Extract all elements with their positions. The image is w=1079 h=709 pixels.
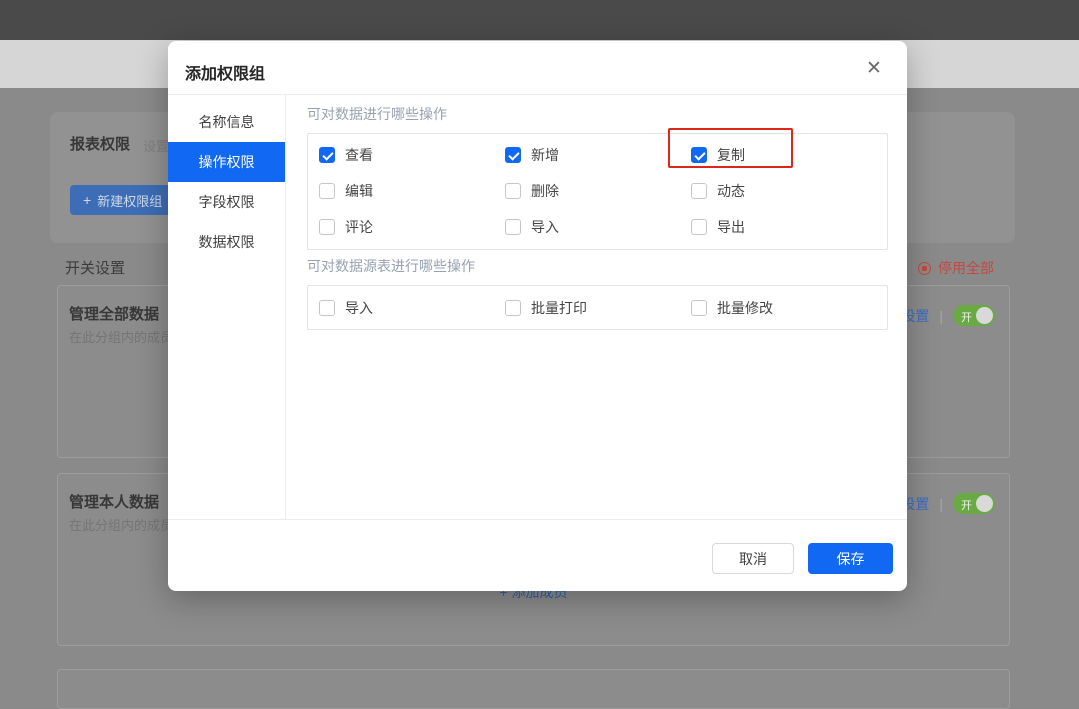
- checkbox-item-批量打印: 批量打印: [505, 300, 691, 336]
- checkbox-item-导出: 导出: [691, 219, 877, 255]
- top-navigation-bar: [0, 0, 1079, 40]
- checkbox-label: 导入: [345, 300, 373, 317]
- checkbox-unchecked-icon[interactable]: [691, 300, 707, 316]
- data-operations-box: 查看 新增 复制编辑 删除 动态评论 导入 导出: [307, 133, 888, 250]
- checkbox-label: 复制: [717, 147, 745, 164]
- toggle-knob: [976, 307, 993, 324]
- datasource-operations-section-title: 可对数据源表进行哪些操作: [307, 256, 475, 276]
- checkbox-unchecked-icon[interactable]: [691, 219, 707, 235]
- card-title: 管理全部数据: [69, 303, 159, 324]
- save-button[interactable]: 保存: [808, 543, 893, 574]
- checkbox-unchecked-icon[interactable]: [505, 183, 521, 199]
- card-on-toggle[interactable]: 开: [953, 305, 995, 326]
- card-title: 管理本人数据: [69, 491, 159, 512]
- checkbox-item-导入: 导入: [505, 219, 691, 255]
- card-on-toggle[interactable]: 开: [953, 493, 995, 514]
- checkbox-label: 编辑: [345, 183, 373, 200]
- checkbox-unchecked-icon[interactable]: [319, 219, 335, 235]
- disable-all-button[interactable]: 停用全部: [918, 258, 994, 278]
- checkbox-item-新增: 新增: [505, 147, 691, 183]
- checkbox-item-复制: 复制: [691, 147, 877, 183]
- disable-all-label: 停用全部: [938, 258, 994, 278]
- checkbox-label: 删除: [531, 183, 559, 200]
- tab-名称信息[interactable]: 名称信息: [168, 102, 285, 142]
- switch-settings-heading: 开关设置: [65, 257, 125, 278]
- checkbox-checked-icon[interactable]: [319, 147, 335, 163]
- new-permission-group-label: 新建权限组: [97, 191, 162, 210]
- cancel-button[interactable]: 取消: [712, 543, 794, 574]
- modal-body: 名称信息操作权限字段权限数据权限 可对数据进行哪些操作 查看 新增 复制编辑 删除 动态…: [168, 95, 907, 519]
- report-permission-title: 报表权限: [70, 133, 130, 154]
- toggle-knob: [976, 495, 993, 512]
- checkbox-label: 查看: [345, 147, 373, 164]
- checkbox-unchecked-icon[interactable]: [319, 183, 335, 199]
- add-permission-group-modal: 添加权限组 ✕ 名称信息操作权限字段权限数据权限 可对数据进行哪些操作 查看 新增…: [168, 41, 907, 591]
- disable-all-icon: [918, 262, 931, 275]
- checkbox-item-编辑: 编辑: [319, 183, 505, 219]
- modal-main-panel: 可对数据进行哪些操作 查看新增复制编辑删除动态评论导入导出 可对数据源表进行哪些…: [286, 95, 907, 519]
- tab-操作权限[interactable]: 操作权限: [168, 142, 285, 182]
- checkbox-checked-icon[interactable]: [505, 147, 521, 163]
- datasource-operations-box: 导入 批量打印 批量修改: [307, 285, 888, 330]
- next-card-partial: [57, 669, 1010, 709]
- checkbox-label: 评论: [345, 219, 373, 236]
- checkbox-label: 动态: [717, 183, 745, 200]
- checkbox-item-查看: 查看: [319, 147, 505, 183]
- checkbox-item-删除: 删除: [505, 183, 691, 219]
- checkbox-label: 导入: [531, 219, 559, 236]
- close-icon[interactable]: ✕: [864, 59, 884, 79]
- checkbox-label: 导出: [717, 219, 745, 236]
- divider: |: [939, 496, 943, 512]
- tab-数据权限[interactable]: 数据权限: [168, 222, 285, 262]
- checkbox-item-评论: 评论: [319, 219, 505, 255]
- report-settings-link[interactable]: 设置: [143, 136, 169, 155]
- modal-footer: 取消 保存: [168, 519, 907, 590]
- checkbox-label: 批量修改: [717, 300, 773, 317]
- data-operations-section-title: 可对数据进行哪些操作: [307, 104, 447, 124]
- checkbox-label: 新增: [531, 147, 559, 164]
- checkbox-checked-icon[interactable]: [691, 147, 707, 163]
- checkbox-item-动态: 动态: [691, 183, 877, 219]
- checkbox-label: 批量打印: [531, 300, 587, 317]
- plus-icon: +: [83, 192, 91, 208]
- modal-header: 添加权限组 ✕: [168, 41, 907, 95]
- divider: |: [939, 308, 943, 324]
- modal-title: 添加权限组: [185, 60, 265, 84]
- toggle-on-label: 开: [961, 309, 972, 325]
- checkbox-item-批量修改: 批量修改: [691, 300, 877, 336]
- modal-tab-sidebar: 名称信息操作权限字段权限数据权限: [168, 95, 286, 519]
- checkbox-unchecked-icon[interactable]: [505, 219, 521, 235]
- toggle-on-label: 开: [961, 497, 972, 513]
- checkbox-unchecked-icon[interactable]: [505, 300, 521, 316]
- checkbox-unchecked-icon[interactable]: [319, 300, 335, 316]
- tab-字段权限[interactable]: 字段权限: [168, 182, 285, 222]
- checkbox-unchecked-icon[interactable]: [691, 183, 707, 199]
- checkbox-item-导入: 导入: [319, 300, 505, 336]
